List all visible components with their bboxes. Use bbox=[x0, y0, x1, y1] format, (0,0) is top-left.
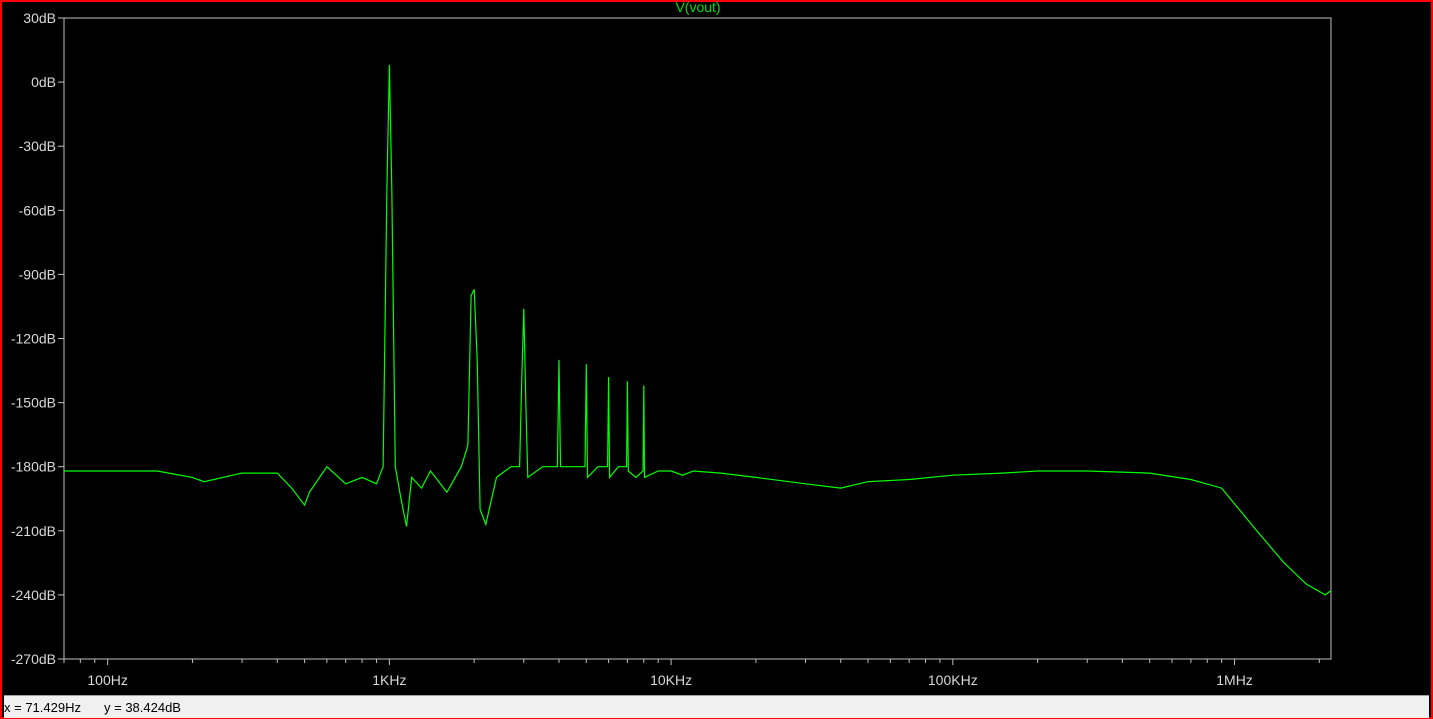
y-tick-label: -120dB bbox=[11, 331, 56, 347]
y-tick-label: -150dB bbox=[11, 395, 56, 411]
cursor-y-readout: y = 38.424dB bbox=[104, 700, 181, 715]
x-tick-label: 100Hz bbox=[87, 672, 127, 688]
x-tick-label: 100KHz bbox=[928, 672, 978, 688]
chart-title[interactable]: V(vout) bbox=[675, 2, 720, 15]
y-tick-label: -30dB bbox=[19, 138, 56, 154]
y-tick-label: -90dB bbox=[19, 266, 56, 282]
y-tick-label: -210dB bbox=[11, 523, 56, 539]
plot-window: V(vout) 30dB 0dB -30dB -60dB -90dB -120dB -150… bbox=[0, 0, 1433, 719]
y-tick-label: -240dB bbox=[11, 587, 56, 603]
spectrum-chart[interactable]: V(vout) 30dB 0dB -30dB -60dB -90dB -120dB -150… bbox=[2, 2, 1431, 695]
status-bar: x = 71.429Hz y = 38.424dB bbox=[4, 695, 1429, 718]
x-tick-label: 10KHz bbox=[650, 672, 692, 688]
cursor-x-readout: x = 71.429Hz bbox=[4, 700, 81, 715]
plot-background bbox=[2, 2, 1431, 695]
y-tick-label: -270dB bbox=[11, 651, 56, 667]
x-tick-label: 1KHz bbox=[372, 672, 406, 688]
x-tick-label: 1MHz bbox=[1216, 672, 1253, 688]
y-tick-label: -60dB bbox=[19, 202, 56, 218]
y-tick-label: -180dB bbox=[11, 459, 56, 475]
y-tick-label: 30dB bbox=[23, 10, 56, 26]
y-tick-label: 0dB bbox=[31, 74, 56, 90]
